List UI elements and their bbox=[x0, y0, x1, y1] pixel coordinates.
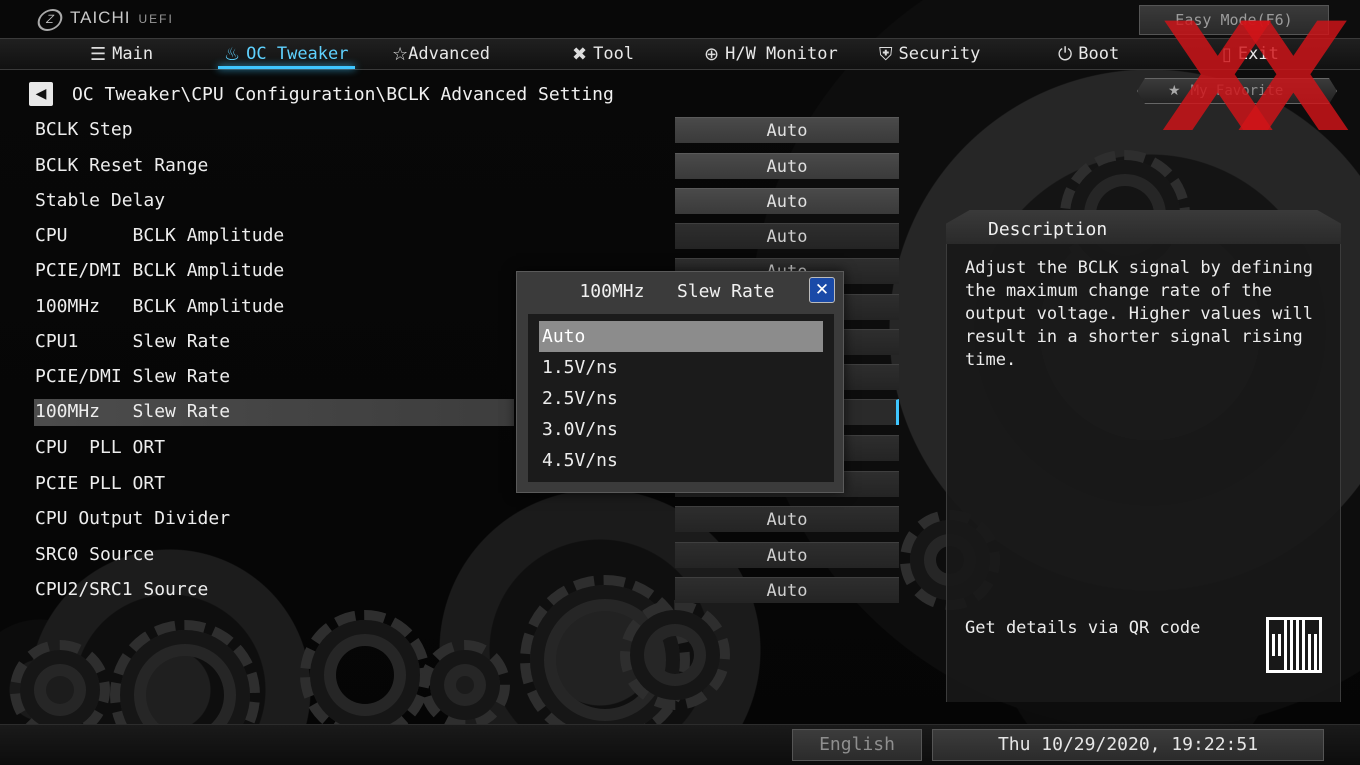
setting-label: SRC0 Source bbox=[35, 544, 155, 565]
crosshair-icon: ⊕ bbox=[704, 43, 720, 65]
gear-decoration bbox=[300, 610, 430, 740]
tab-label: Exit bbox=[1237, 44, 1279, 64]
tab-oc-tweaker[interactable]: ♨ OC Tweaker bbox=[218, 39, 354, 69]
tab-hw-monitor[interactable]: ⊕ H/W Monitor bbox=[704, 39, 838, 69]
main-nav: ☰ Main ♨ OC Tweaker ☆ Advanced ✖ Tool ⊕ … bbox=[0, 38, 1360, 70]
list-icon: ☰ bbox=[90, 43, 107, 65]
popup-option-list: Auto 1.5V/ns 2.5V/ns 3.0V/ns 4.5V/ns bbox=[528, 314, 834, 482]
rocket-icon: ♨ bbox=[224, 43, 241, 65]
setting-label: BCLK Reset Range bbox=[35, 155, 209, 176]
star-icon: ★ bbox=[1168, 83, 1181, 99]
setting-value[interactable]: Auto bbox=[675, 188, 899, 214]
setting-label: BCLK Step bbox=[35, 119, 133, 140]
setting-value[interactable]: Auto bbox=[675, 223, 899, 249]
popup-close-button[interactable]: ✕ bbox=[809, 277, 835, 303]
exit-door-icon: ▯ bbox=[1222, 43, 1232, 65]
star-icon: ☆ bbox=[392, 43, 409, 65]
setting-row-cpu-output-divider[interactable]: CPU Output Divider Auto bbox=[34, 506, 904, 534]
setting-value[interactable]: Auto bbox=[675, 577, 899, 603]
description-panel: Adjust the BCLK signal by defining the m… bbox=[946, 244, 1341, 702]
brand-logo: Z TAICHI UEFI bbox=[35, 8, 174, 31]
tab-security[interactable]: ⛨ Security bbox=[879, 39, 980, 69]
setting-label: CPU Output Divider bbox=[35, 508, 231, 529]
back-arrow-icon: ◀ bbox=[35, 86, 47, 102]
setting-label: 100MHz Slew Rate bbox=[35, 401, 231, 422]
tab-label: Advanced bbox=[408, 44, 491, 64]
setting-label: PCIE PLL ORT bbox=[35, 473, 166, 494]
tools-icon: ✖ bbox=[572, 43, 588, 65]
tab-tool[interactable]: ✖ Tool bbox=[572, 39, 634, 69]
setting-label: CPU BCLK Amplitude bbox=[35, 225, 285, 246]
tab-exit[interactable]: ▯ Exit bbox=[1222, 39, 1279, 69]
setting-label: PCIE/DMI Slew Rate bbox=[35, 366, 231, 387]
uefi-screen: Z TAICHI UEFI Easy Mode(F6) ☰ Main ♨ OC … bbox=[0, 0, 1360, 765]
popup-option-1-5v-ns[interactable]: 1.5V/ns bbox=[539, 352, 823, 383]
tab-label: Boot bbox=[1078, 44, 1120, 64]
language-button[interactable]: English bbox=[792, 729, 922, 761]
tab-main[interactable]: ☰ Main bbox=[90, 39, 153, 69]
popup-option-4-5v-ns[interactable]: 4.5V/ns bbox=[539, 445, 823, 476]
gear-decoration bbox=[620, 600, 730, 710]
setting-row-stable-delay[interactable]: Stable Delay Auto bbox=[34, 188, 904, 216]
setting-label: Stable Delay bbox=[35, 190, 166, 211]
tab-label: OC Tweaker bbox=[246, 44, 349, 64]
setting-value[interactable]: Auto bbox=[675, 542, 899, 568]
gear-decoration bbox=[420, 640, 510, 730]
setting-row-bclk-reset-range[interactable]: BCLK Reset Range Auto bbox=[34, 153, 904, 181]
setting-value[interactable]: Auto bbox=[675, 506, 899, 532]
my-favorite-button[interactable]: ★ My Favorite bbox=[1137, 78, 1337, 104]
breadcrumb: OC Tweaker\CPU Configuration\BCLK Advanc… bbox=[72, 84, 614, 105]
datetime-display: Thu 10/29/2020, 19:22:51 bbox=[932, 729, 1324, 761]
easy-mode-button[interactable]: Easy Mode(F6) bbox=[1139, 5, 1329, 35]
top-bar: Z TAICHI UEFI Easy Mode(F6) bbox=[0, 0, 1360, 38]
tab-label: Tool bbox=[593, 44, 635, 64]
shield-icon: ⛨ bbox=[879, 43, 893, 65]
tab-advanced[interactable]: ☆ Advanced bbox=[392, 39, 490, 69]
favorite-label: My Favorite bbox=[1190, 83, 1284, 99]
power-icon: ⏻ bbox=[1058, 43, 1073, 65]
description-text: Adjust the BCLK signal by defining the m… bbox=[965, 258, 1313, 370]
setting-value[interactable]: Auto bbox=[675, 153, 899, 179]
tab-label: Main bbox=[112, 44, 154, 64]
qr-label: Get details via QR code bbox=[965, 618, 1201, 638]
popup-option-2-5v-ns[interactable]: 2.5V/ns bbox=[539, 383, 823, 414]
back-button[interactable]: ◀ bbox=[29, 82, 53, 106]
tab-label: Security bbox=[898, 44, 981, 64]
setting-row-cpu-bclk-amplitude[interactable]: CPU BCLK Amplitude Auto bbox=[34, 223, 904, 251]
close-icon: ✕ bbox=[814, 280, 830, 300]
setting-label: CPU1 Slew Rate bbox=[35, 331, 231, 352]
slew-rate-popup: 100MHz Slew Rate ✕ Auto 1.5V/ns 2.5V/ns … bbox=[516, 271, 844, 493]
setting-row-src0-source[interactable]: SRC0 Source Auto bbox=[34, 542, 904, 570]
setting-value[interactable]: Auto bbox=[675, 117, 899, 143]
description-header: Description bbox=[946, 210, 1341, 244]
bottom-bar: English Thu 10/29/2020, 19:22:51 bbox=[0, 724, 1360, 765]
setting-label: 100MHz BCLK Amplitude bbox=[35, 296, 285, 317]
popup-option-auto[interactable]: Auto bbox=[539, 321, 823, 352]
popup-option-3-0v-ns[interactable]: 3.0V/ns bbox=[539, 414, 823, 445]
taichi-logo-icon: Z bbox=[35, 9, 65, 31]
tab-label: H/W Monitor bbox=[725, 44, 838, 64]
setting-label: PCIE/DMI BCLK Amplitude bbox=[35, 260, 285, 281]
brand-sub: UEFI bbox=[138, 12, 174, 26]
popup-title: 100MHz Slew Rate bbox=[579, 281, 775, 302]
tab-boot[interactable]: ⏻ Boot bbox=[1058, 39, 1119, 69]
qr-code-icon bbox=[1266, 617, 1322, 673]
description-title: Description bbox=[988, 219, 1108, 240]
setting-row-cpu2-src1-source[interactable]: CPU2/SRC1 Source Auto bbox=[34, 577, 904, 605]
setting-row-bclk-step[interactable]: BCLK Step Auto bbox=[34, 117, 904, 145]
setting-label: CPU2/SRC1 Source bbox=[35, 579, 209, 600]
brand-name: TAICHI bbox=[70, 8, 131, 27]
setting-label: CPU PLL ORT bbox=[35, 437, 166, 458]
